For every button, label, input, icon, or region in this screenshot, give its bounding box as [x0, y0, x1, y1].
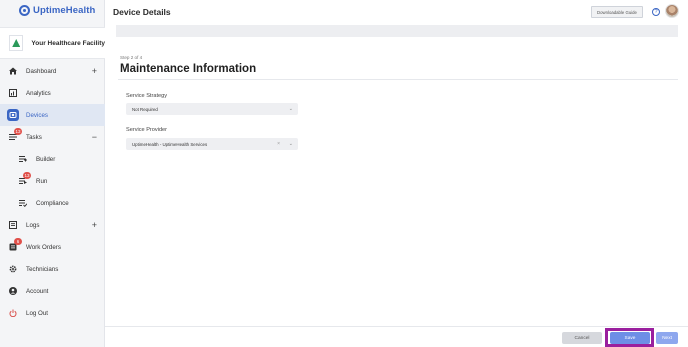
- sidebar-item-run[interactable]: 13 Run: [0, 170, 105, 192]
- work-orders-count-badge: 6: [14, 238, 22, 245]
- section-title: Maintenance Information: [120, 63, 257, 75]
- chart-icon: [9, 89, 17, 97]
- expand-logs-button[interactable]: +: [92, 220, 97, 230]
- sidebar-item-label: Analytics: [26, 89, 51, 97]
- sidebar-item-label: Log Out: [26, 309, 49, 317]
- brand-logo[interactable]: UptimeHealth: [19, 5, 95, 16]
- sidebar-item-label: Account: [26, 287, 49, 295]
- user-icon: [9, 287, 17, 295]
- avatar[interactable]: [665, 4, 679, 18]
- sidebar-item-analytics[interactable]: Analytics: [0, 82, 105, 104]
- help-icon[interactable]: ?: [652, 8, 660, 16]
- sidebar-item-label: Compliance: [36, 199, 69, 207]
- sidebar-item-label: Run: [36, 177, 48, 185]
- sidebar-item-label: Devices: [26, 111, 49, 119]
- downloadable-guide-button[interactable]: Downloadable Guide: [591, 6, 643, 18]
- save-button-highlight: [605, 328, 654, 347]
- chevron-down-icon: ⌄: [288, 106, 293, 112]
- service-provider-select[interactable]: UptimeHealth - UptimeHealth Services × ⌄: [126, 138, 298, 150]
- sidebar-item-account[interactable]: Account: [0, 280, 105, 302]
- logs-icon: [9, 221, 17, 229]
- top-header: Device Details Downloadable Guide ?: [105, 0, 688, 25]
- service-strategy-value: Not Required: [132, 106, 158, 112]
- sidebar-item-builder[interactable]: Builder: [0, 148, 105, 170]
- service-strategy-select[interactable]: Not Required ⌄: [126, 103, 298, 115]
- facility-selector[interactable]: Your Healthcare Facility: [0, 27, 105, 59]
- page-title: Device Details: [113, 7, 171, 17]
- chevron-down-icon: ⌄: [288, 141, 293, 147]
- facility-logo-icon: [9, 35, 24, 51]
- uptimehealth-logo-icon: [19, 5, 30, 16]
- builder-icon: [19, 155, 27, 163]
- service-provider-label: Service Provider: [126, 127, 168, 133]
- sidebar-item-label: Technicians: [26, 265, 59, 273]
- expand-dashboard-button[interactable]: +: [92, 66, 97, 76]
- service-strategy-label: Service Strategy: [126, 93, 168, 99]
- service-provider-value: UptimeHealth - UptimeHealth Services: [132, 141, 208, 147]
- sidebar-item-label: Tasks: [26, 133, 42, 141]
- divider: [118, 79, 678, 80]
- sidebar: UptimeHealth Your Healthcare Facility Da…: [0, 0, 105, 347]
- progress-strip: [116, 25, 678, 37]
- sidebar-item-log-out[interactable]: Log Out: [0, 302, 105, 324]
- power-icon: [9, 309, 17, 317]
- collapse-tasks-button[interactable]: −: [92, 132, 97, 142]
- home-icon: [9, 67, 17, 75]
- sidebar-item-label: Dashboard: [26, 67, 57, 75]
- facility-name: Your Healthcare Facility: [31, 39, 105, 47]
- cancel-button[interactable]: Cancel: [562, 332, 602, 344]
- sidebar-item-label: Builder: [36, 155, 56, 163]
- sidebar-item-tasks[interactable]: 13 Tasks −: [0, 126, 105, 148]
- sidebar-item-label: Logs: [26, 221, 40, 229]
- step-indicator: Step 2 of 4: [120, 55, 143, 60]
- tasks-count-badge: 13: [14, 128, 22, 135]
- sidebar-nav: Dashboard + Analytics Devices 13 Tasks −: [0, 60, 105, 324]
- brand-name: UptimeHealth: [33, 5, 96, 16]
- sidebar-item-devices[interactable]: Devices: [0, 104, 105, 126]
- sidebar-item-label: Work Orders: [26, 243, 61, 251]
- sidebar-item-logs[interactable]: Logs +: [0, 214, 105, 236]
- sidebar-item-work-orders[interactable]: 6 Work Orders: [0, 236, 105, 258]
- sidebar-item-technicians[interactable]: Technicians: [0, 258, 105, 280]
- run-count-badge: 13: [23, 172, 31, 179]
- sidebar-item-dashboard[interactable]: Dashboard +: [0, 60, 105, 82]
- gear-icon: [9, 265, 17, 273]
- device-icon: [7, 109, 19, 121]
- clear-selection-icon[interactable]: ×: [277, 141, 280, 147]
- footer-divider: [105, 326, 688, 327]
- next-button[interactable]: Next: [656, 332, 678, 344]
- sidebar-item-compliance[interactable]: Compliance: [0, 192, 105, 214]
- compliance-icon: [19, 199, 27, 207]
